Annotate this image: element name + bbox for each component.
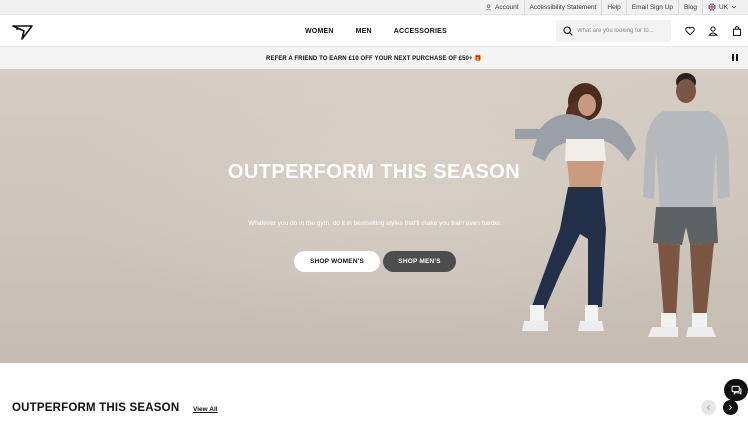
promo-banner[interactable]: REFER A FRIEND TO EARN £10 OFF YOUR NEXT… <box>0 47 748 69</box>
hero-subtitle: Whatever you do in the gym, do it in bes… <box>248 220 502 227</box>
gymshark-logo[interactable] <box>12 23 34 40</box>
account-link[interactable]: Account <box>480 0 524 15</box>
hero-man-image <box>643 73 730 337</box>
account-label: Account <box>495 3 519 11</box>
shop-mens-button[interactable]: SHOP MEN'S <box>383 251 456 272</box>
pause-button[interactable] <box>732 54 740 62</box>
account-button[interactable] <box>707 25 719 37</box>
chevron-left-icon <box>706 405 710 410</box>
bag-icon <box>733 26 741 36</box>
search-bar[interactable] <box>556 20 671 42</box>
chat-button[interactable] <box>724 379 748 401</box>
help-link[interactable]: Help <box>601 0 625 15</box>
region-label: UK <box>718 3 728 11</box>
user-small-icon <box>485 4 492 11</box>
carousel-next-button[interactable] <box>723 400 738 415</box>
accessibility-link[interactable]: Accessibility Statement <box>523 0 602 15</box>
view-all-link[interactable]: View All <box>193 406 218 413</box>
region-selector[interactable]: UK <box>701 0 742 15</box>
heart-icon <box>685 26 695 36</box>
chat-icon <box>731 385 741 395</box>
pause-icon <box>732 54 734 61</box>
nav-men[interactable]: MEN <box>356 28 372 35</box>
search-input[interactable] <box>577 28 667 34</box>
utility-bar: Account Accessibility Statement Help Ema… <box>0 0 748 15</box>
carousel-prev-button[interactable] <box>701 400 716 415</box>
promo-text: REFER A FRIEND TO EARN £10 OFF YOUR NEXT… <box>266 55 482 62</box>
section-title: OUTPERFORM THIS SEASON <box>12 402 180 414</box>
email-signup-label: Email Sign Up <box>631 3 673 11</box>
nav-accessories[interactable]: ACCESSORIES <box>394 28 447 35</box>
accessibility-label: Accessibility Statement <box>529 3 597 11</box>
uk-flag-icon <box>708 3 716 11</box>
hero-title: OUTPERFORM THIS SEASON <box>227 161 521 183</box>
main-nav: WOMEN MEN ACCESSORIES <box>305 15 469 47</box>
shop-womens-button[interactable]: SHOP WOMEN'S <box>294 251 380 272</box>
nav-women[interactable]: WOMEN <box>305 28 334 35</box>
blog-label: Blog <box>683 3 697 11</box>
shark-logo-icon <box>12 25 33 40</box>
search-icon <box>563 26 573 36</box>
main-header: WOMEN MEN ACCESSORIES <box>0 15 748 47</box>
user-icon <box>708 26 718 36</box>
blog-link[interactable]: Blog <box>677 0 702 15</box>
hero-banner[interactable]: OUTPERFORM THIS SEASON Whatever you do i… <box>0 69 748 363</box>
email-signup-link[interactable]: Email Sign Up <box>625 0 678 15</box>
chevron-right-icon <box>729 405 733 410</box>
wishlist-button[interactable] <box>684 25 696 37</box>
bag-button[interactable] <box>731 25 743 37</box>
help-label: Help <box>607 3 621 11</box>
chevron-down-icon <box>731 5 737 9</box>
